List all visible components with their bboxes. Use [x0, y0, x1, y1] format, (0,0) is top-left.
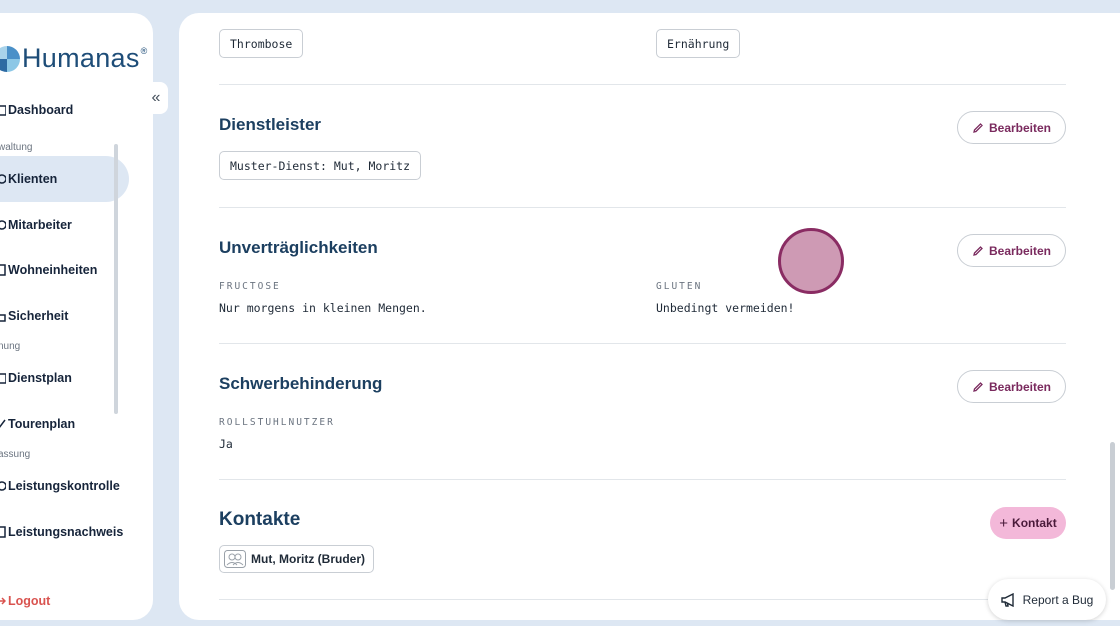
sidebar-item-label: Wohneinheiten [8, 263, 98, 277]
section-title-schwerbehinderung: Schwerbehinderung [219, 374, 383, 393]
section-title-kontakte: Kontakte [219, 509, 301, 530]
main-scrollbar[interactable] [1110, 442, 1115, 590]
route-icon [0, 418, 6, 430]
sidebar-item-leistungskontrolle[interactable]: Leistungskontrolle [0, 479, 120, 493]
sidebar-item-label: Tourenplan [8, 417, 76, 431]
team-icon [0, 219, 7, 231]
pencil-icon [973, 122, 983, 133]
field-value: Nur morgens in kleinen Mengen. [219, 301, 427, 315]
sidebar-item-mitarbeiter[interactable]: Mitarbeiter [0, 218, 72, 232]
add-kontakt-button[interactable]: + Kontakt [990, 507, 1066, 539]
nav-section-label: waltung [0, 142, 33, 153]
nav-section-label: nung [0, 341, 21, 352]
sidebar-item-wohneinheiten[interactable]: Wohneinheiten [0, 263, 97, 277]
check-icon [0, 480, 7, 492]
people-icon [224, 550, 246, 568]
field-label: FRUCTOSE [219, 281, 281, 292]
section-title-dienstleister: Dienstleister [219, 115, 322, 134]
divider [219, 479, 1066, 480]
sidebar-item-leistungsnachweis[interactable]: Leistungsnachweis [0, 525, 123, 539]
divider [219, 84, 1066, 85]
contact-chip[interactable]: Mut, Moritz (Bruder) [219, 545, 374, 573]
logout-button[interactable]: Logout [0, 594, 50, 608]
report-bug-button[interactable]: Report a Bug [988, 579, 1106, 620]
sidebar-item-sicherheit[interactable]: Sicherheit [0, 309, 68, 323]
document-icon [0, 526, 6, 538]
field-value: Ja [219, 437, 233, 451]
logo[interactable]: Humanas ® [0, 43, 148, 74]
sidebar-item-label: Leistungskontrolle [8, 479, 120, 493]
edit-dienstleister-button[interactable]: Bearbeiten [957, 111, 1066, 144]
pencil-icon [973, 245, 983, 256]
edit-button-label: Bearbeiten [988, 120, 1052, 135]
contact-name: Mut, Moritz (Bruder) [251, 552, 365, 566]
edit-button-label: Bearbeiten [988, 379, 1052, 394]
sidebar: Humanas ® Dashboard waltung Klienten Mit… [0, 13, 153, 620]
field-label: GLUTEN [656, 281, 703, 292]
logout-label: Logout [8, 594, 51, 608]
sidebar-item-label: Klienten [8, 172, 58, 186]
logo-text: Humanas [22, 43, 140, 73]
main-content: Thrombose Ernährung Dienstleister Bearbe… [179, 13, 1120, 620]
sidebar-item-label: Dienstplan [8, 371, 72, 385]
plus-icon: + [999, 514, 1009, 532]
divider [219, 343, 1066, 344]
sidebar-item-label: Mitarbeiter [8, 218, 72, 232]
edit-unvertraeglichkeiten-button[interactable]: Bearbeiten [957, 234, 1066, 267]
logout-icon [0, 595, 7, 607]
sidebar-item-klienten[interactable]: Klienten [0, 156, 129, 202]
click-indicator [778, 228, 844, 294]
dienstleister-chip: Muster-Dienst: Mut, Moritz [219, 151, 422, 180]
section-title-unvertraeglichkeiten: Unverträglichkeiten [219, 238, 378, 257]
sidebar-item-label: Sicherheit [8, 309, 69, 323]
diagnosis-chip: Ernährung [656, 29, 741, 58]
edit-button-label: Bearbeiten [988, 243, 1052, 258]
edit-schwerbehinderung-button[interactable]: Bearbeiten [957, 370, 1066, 403]
sidebar-item-label: Dashboard [8, 103, 74, 117]
add-button-label: Kontakt [1012, 516, 1057, 530]
chevrons-left-icon: « [151, 89, 161, 106]
sidebar-item-dashboard[interactable]: Dashboard [0, 103, 73, 117]
users-icon [0, 173, 7, 185]
lock-icon [0, 310, 6, 322]
logo-icon [0, 45, 20, 72]
home-icon [0, 104, 7, 116]
divider [219, 207, 1066, 208]
sidebar-item-dienstplan[interactable]: Dienstplan [0, 371, 72, 385]
field-label: ROLLSTUHLNUTZER [219, 417, 335, 428]
divider [219, 599, 1066, 600]
pencil-icon [973, 381, 983, 392]
building-icon [0, 264, 6, 276]
logo-registered-mark: ® [140, 45, 148, 56]
calendar-icon [0, 372, 7, 384]
sidebar-item-tourenplan[interactable]: Tourenplan [0, 417, 75, 431]
megaphone-icon [1000, 592, 1014, 607]
collapse-sidebar-button[interactable]: « [144, 82, 168, 114]
report-bug-label: Report a Bug [1022, 592, 1094, 607]
field-value: Unbedingt vermeiden! [656, 301, 795, 315]
sidebar-item-label: Leistungsnachweis [8, 525, 124, 539]
sidebar-scrollbar[interactable] [114, 144, 118, 414]
diagnosis-chip: Thrombose [219, 29, 304, 58]
nav-section-label: assung [0, 449, 31, 460]
